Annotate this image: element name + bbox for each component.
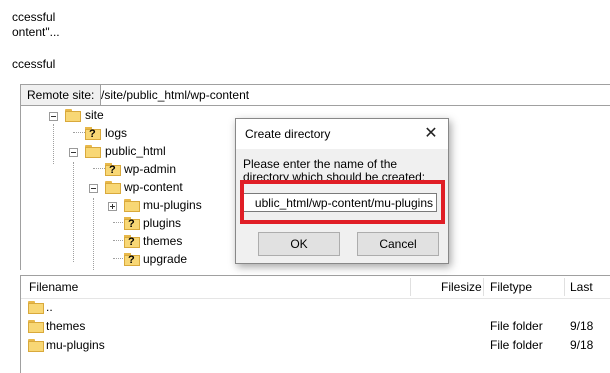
column-header-filetype[interactable]: Filetype: [490, 276, 532, 298]
dialog-title: Create directory: [245, 127, 331, 141]
collapse-site-toggle[interactable]: [49, 112, 58, 121]
column-header-last[interactable]: Last: [570, 276, 593, 298]
tree-item-plugins[interactable]: plugins: [143, 214, 181, 232]
folder-icon: [28, 320, 44, 333]
remote-site-bar: Remote site: /site/public_html/wp-conten…: [20, 84, 610, 106]
column-header-filesize[interactable]: Filesize: [441, 276, 482, 298]
cancel-button[interactable]: Cancel: [357, 232, 439, 256]
log-line: ccessful: [12, 57, 56, 71]
tree-item-wp-admin[interactable]: wp-admin: [124, 160, 176, 178]
file-name: themes: [46, 319, 86, 333]
folder-icon: [85, 145, 101, 158]
remote-site-path-input[interactable]: /site/public_html/wp-content: [97, 85, 249, 105]
unknown-folder-icon: ?: [105, 163, 121, 176]
remote-file-list[interactable]: Filename Filesize Filetype Last .. theme…: [20, 275, 610, 373]
unknown-folder-icon: ?: [85, 127, 101, 140]
folder-icon: [105, 181, 121, 194]
dialog-titlebar[interactable]: Create directory ✕: [236, 119, 448, 149]
message-log: ccessful ontent"... ccessful: [12, 10, 60, 72]
ok-button[interactable]: OK: [258, 232, 340, 256]
file-name: mu-plugins: [46, 338, 105, 352]
file-last-modified: 9/18: [570, 338, 594, 352]
directory-name-input[interactable]: ublic_html/wp-content/mu-plugins: [241, 193, 437, 212]
folder-icon: [28, 301, 44, 314]
file-name: ..: [46, 300, 53, 314]
file-type: File folder: [490, 338, 543, 352]
folder-icon: [28, 339, 44, 352]
tree-item-public-html[interactable]: public_html: [105, 142, 166, 160]
unknown-folder-icon: ?: [124, 217, 140, 230]
unknown-folder-icon: ?: [124, 253, 140, 266]
column-header-filename[interactable]: Filename: [29, 276, 78, 298]
file-row[interactable]: ..: [21, 298, 610, 317]
unknown-folder-icon: ?: [124, 235, 140, 248]
file-list-header: Filename Filesize Filetype Last: [21, 276, 610, 299]
tree-item-upgrade[interactable]: upgrade: [143, 250, 187, 268]
log-line: ccessful: [12, 10, 56, 24]
tree-item-themes[interactable]: themes: [143, 232, 182, 250]
tree-item-site[interactable]: site: [85, 106, 104, 124]
file-type: File folder: [490, 319, 543, 333]
directory-name-value: ublic_html/wp-content/mu-plugins: [254, 196, 433, 210]
tree-item-mu-plugins[interactable]: mu-plugins: [143, 196, 202, 214]
dialog-prompt: Please enter the name of the directory w…: [243, 158, 426, 182]
log-line: ontent"...: [12, 25, 60, 39]
file-last-modified: 9/18: [570, 319, 594, 333]
folder-icon: [124, 199, 140, 212]
collapse-public-html-toggle[interactable]: [69, 148, 78, 157]
tree-item-logs[interactable]: logs: [105, 124, 127, 142]
create-directory-dialog: Create directory ✕ Please enter the name…: [235, 118, 449, 264]
file-row[interactable]: themes File folder 9/18: [21, 317, 610, 336]
collapse-wp-content-toggle[interactable]: [89, 184, 98, 193]
folder-icon: [65, 109, 81, 122]
file-row[interactable]: mu-plugins File folder 9/18: [21, 336, 610, 355]
close-icon[interactable]: ✕: [420, 124, 442, 144]
remote-site-label: Remote site:: [21, 85, 102, 105]
expand-mu-plugins-toggle[interactable]: [108, 202, 117, 211]
tree-item-wp-content[interactable]: wp-content: [124, 178, 183, 196]
